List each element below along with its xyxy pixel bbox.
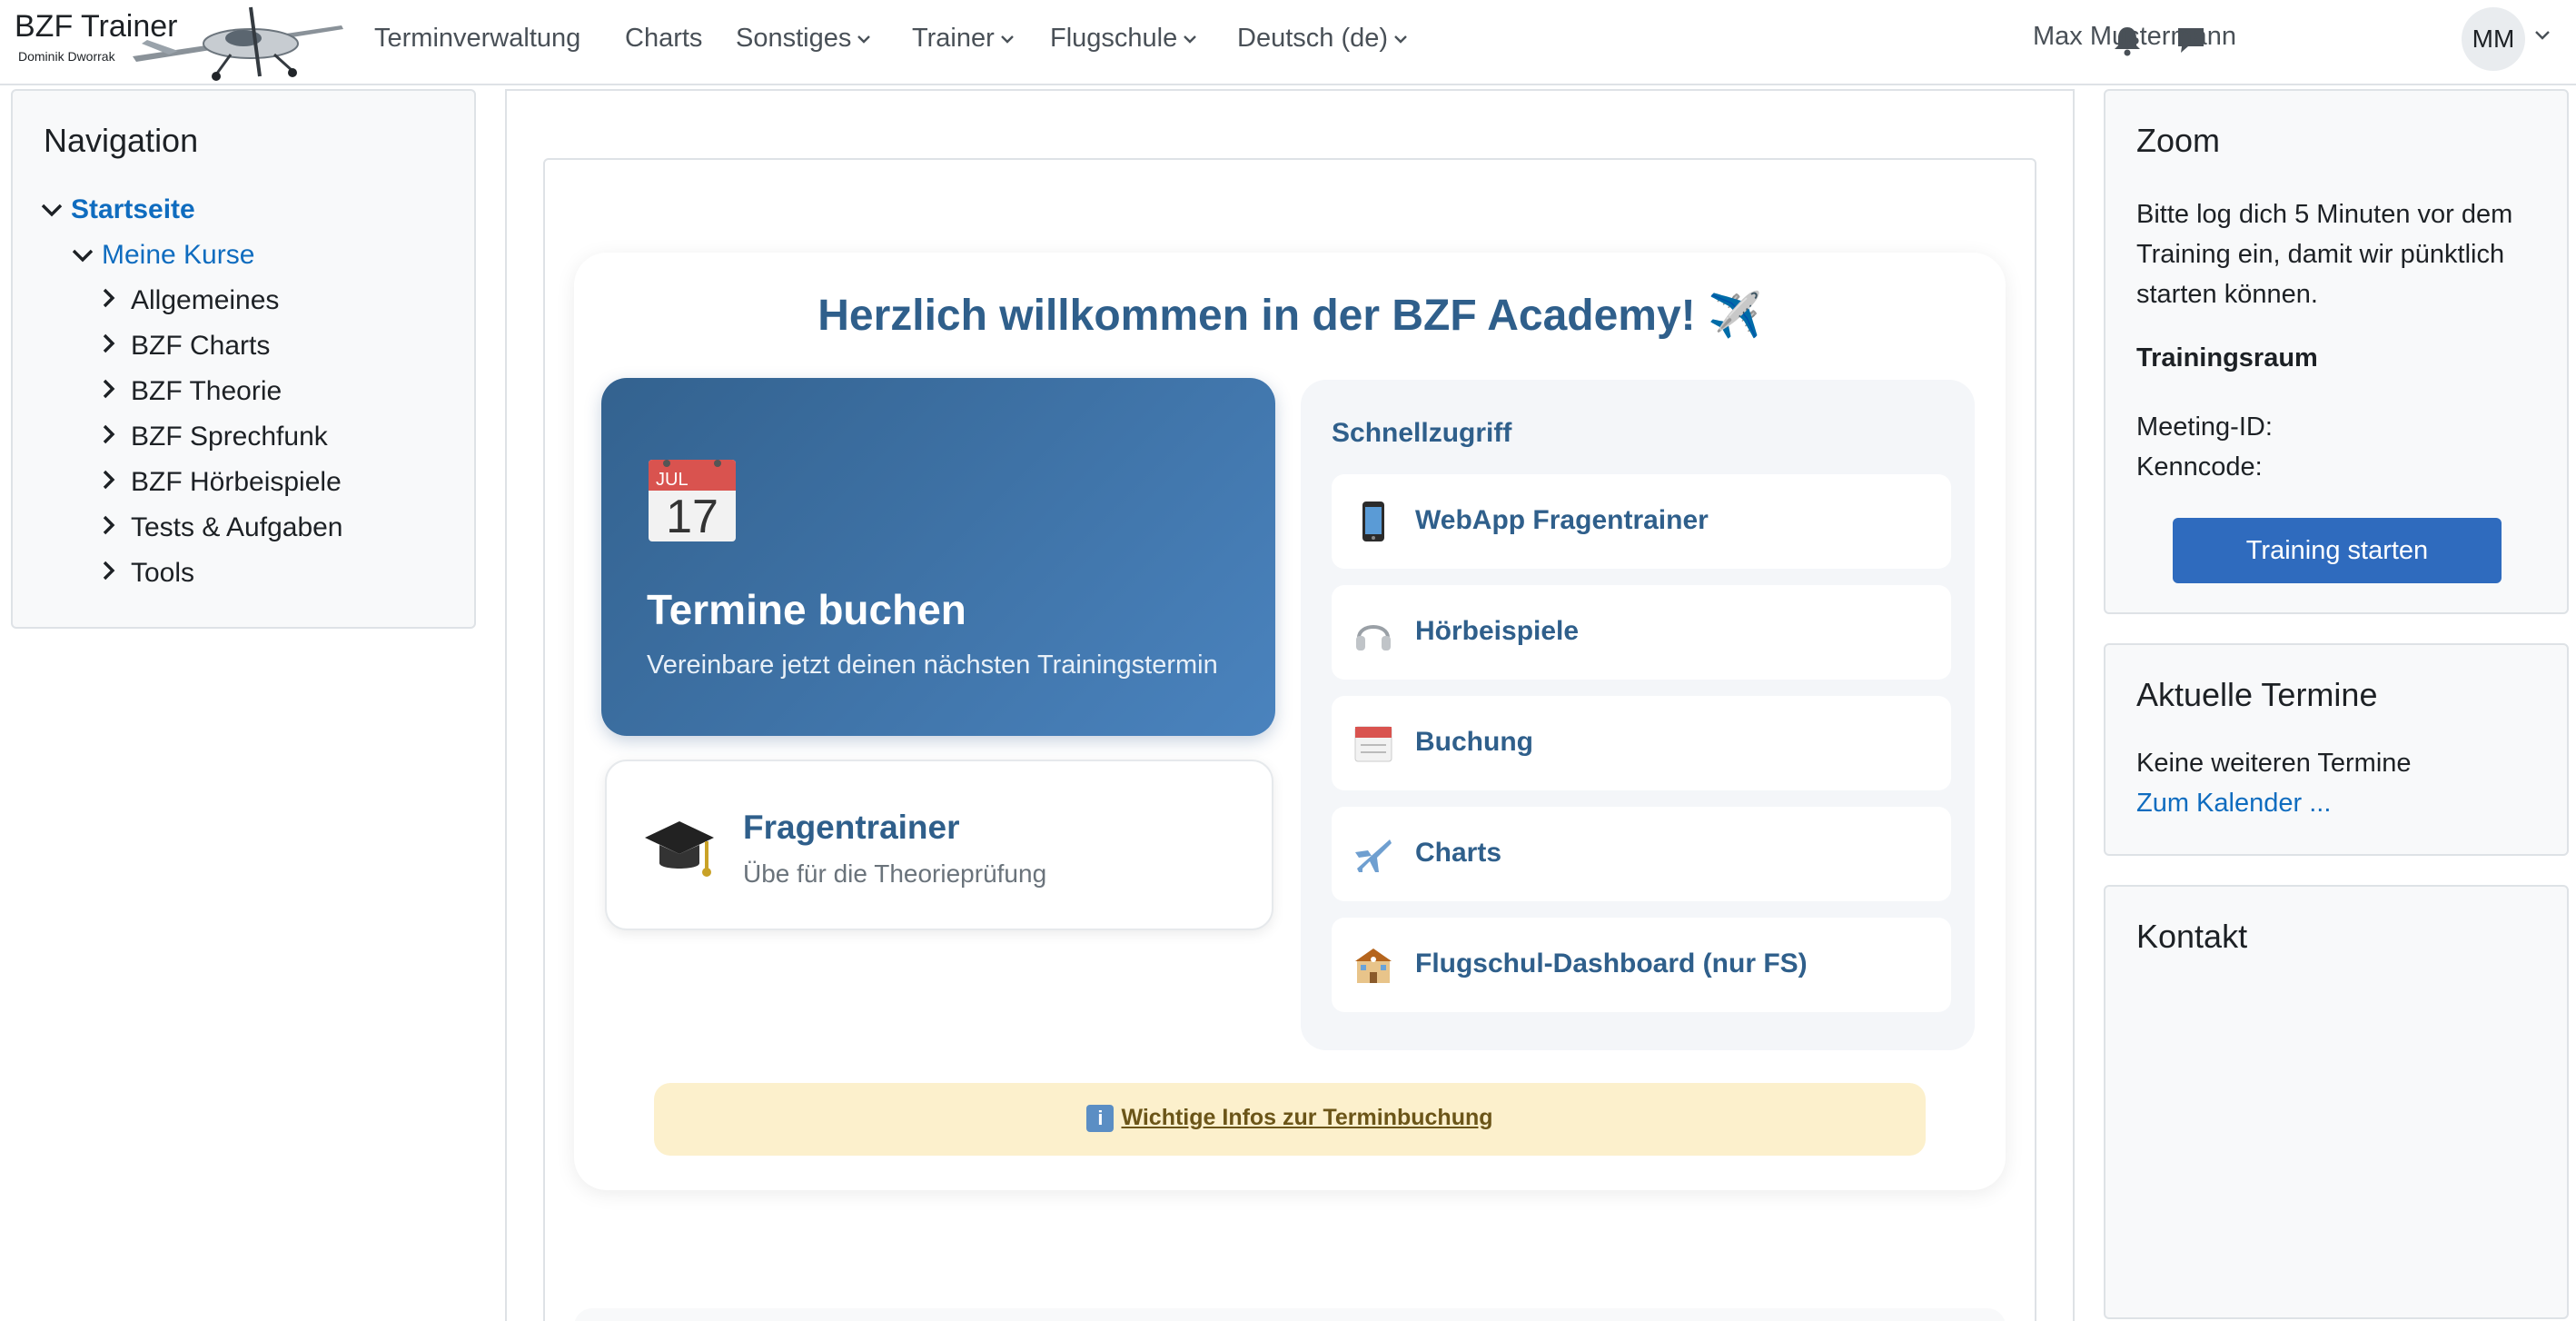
nav-language[interactable]: Deutsch ‎(de)‎ xyxy=(1237,24,1408,54)
school-building-icon xyxy=(1355,949,1392,983)
academy-panel: Herzlich willkommen in der BZF Academy! … xyxy=(574,253,2006,1190)
quick-item-label: Flugschul-Dashboard (nur FS) xyxy=(1415,949,1808,978)
question-trainer-title: Fragentrainer xyxy=(743,809,960,846)
tree-label-startseite[interactable]: Startseite xyxy=(71,194,195,224)
calendar-icon: JUL 17 xyxy=(649,460,736,543)
chevron-down-icon xyxy=(1000,24,1015,54)
next-section-edge xyxy=(574,1308,2006,1321)
nav-sonstiges[interactable]: Sonstiges xyxy=(736,24,871,54)
avatar[interactable]: MM xyxy=(2462,7,2525,71)
chevron-right-icon xyxy=(100,376,131,407)
chevron-down-icon xyxy=(71,240,102,271)
top-navbar: BZF Trainer Dominik Dworrak Terminverwal… xyxy=(0,0,2576,85)
quick-item-label: Charts xyxy=(1415,838,1502,868)
calendar-month: JUL xyxy=(656,470,689,490)
events-block: Aktuelle Termine Keine weiteren Termine … xyxy=(2104,643,2569,856)
question-trainer-subtitle: Übe für die Theorieprüfung xyxy=(743,859,1047,888)
mobile-phone-icon xyxy=(1362,502,1384,541)
quick-item-charts[interactable]: Charts xyxy=(1332,807,1951,901)
tree-item-course[interactable]: BZF Theorie xyxy=(100,376,282,407)
quick-item-flugschul-dashboard[interactable]: Flugschul-Dashboard (nur FS) xyxy=(1332,918,1951,1012)
tree-label[interactable]: BZF Hörbeispiele xyxy=(131,467,342,497)
calendar-icon xyxy=(1354,726,1392,762)
info-icon: i xyxy=(1086,1105,1115,1133)
quick-item-label: Buchung xyxy=(1415,727,1533,757)
chevron-down-icon xyxy=(1393,24,1408,54)
tree-label[interactable]: BZF Charts xyxy=(131,331,270,361)
tree-item-course[interactable]: BZF Sprechfunk xyxy=(100,422,328,452)
brand-logo[interactable]: BZF Trainer Dominik Dworrak xyxy=(15,4,351,82)
navigation-title: Navigation xyxy=(44,122,199,159)
tree-label[interactable]: BZF Sprechfunk xyxy=(131,422,328,452)
tree-item-meine-kurse[interactable]: Meine Kurse xyxy=(71,240,254,271)
tree-item-course[interactable]: BZF Charts xyxy=(100,331,270,362)
quick-item-label: Hörbeispiele xyxy=(1415,616,1580,646)
booking-info-link[interactable]: Wichtige Infos zur Terminbuchung xyxy=(1121,1105,1492,1130)
zoom-instructions: Bitte log dich 5 Minuten vor dem Trainin… xyxy=(2136,200,2513,309)
tree-label-meine-kurse[interactable]: Meine Kurse xyxy=(102,240,254,270)
chevron-down-icon xyxy=(1183,24,1197,54)
page: BZF Trainer Dominik Dworrak Terminverwal… xyxy=(0,0,2576,1321)
nav-trainer[interactable]: Trainer xyxy=(912,24,1015,54)
welcome-heading: Herzlich willkommen in der BZF Academy! … xyxy=(817,292,1762,340)
chevron-down-icon xyxy=(857,24,871,54)
graduation-cap-icon xyxy=(645,821,714,877)
tree-label[interactable]: Allgemeines xyxy=(131,285,279,315)
tree-item-course[interactable]: Tests & Aufgaben xyxy=(100,512,343,543)
book-card-title: Termine buchen xyxy=(647,586,966,633)
chevron-right-icon xyxy=(100,285,131,316)
book-appointment-card[interactable]: JUL 17 Termine buchen Vereinbare jetzt d… xyxy=(601,378,1275,736)
nav-charts[interactable]: Charts xyxy=(625,24,702,54)
quick-item-webapp[interactable]: WebApp Fragentrainer xyxy=(1332,474,1951,569)
calendar-link[interactable]: Zum Kalender ... xyxy=(2136,789,2331,819)
quick-access-panel: Schnellzugriff WebApp Fragentrainer Hörb… xyxy=(1301,380,1975,1050)
start-training-button[interactable]: Training starten xyxy=(2173,518,2502,583)
tree-item-course[interactable]: Allgemeines xyxy=(100,285,279,316)
no-events-text: Keine weiteren Termine xyxy=(2136,749,2412,778)
quick-access-title: Schnellzugriff xyxy=(1332,418,1512,448)
training-room-label: Trainingsraum xyxy=(2136,343,2318,372)
chevron-down-icon[interactable] xyxy=(2534,29,2551,45)
navigation-block: Navigation Startseite Meine Kurse Allgem… xyxy=(11,89,476,629)
question-trainer-card[interactable]: Fragentrainer Übe für die Theorieprüfung xyxy=(605,760,1273,930)
quick-item-hoerbeispiele[interactable]: Hörbeispiele xyxy=(1332,585,1951,680)
passcode-label: Kenncode: xyxy=(2136,452,2263,482)
tree-item-course[interactable]: BZF Hörbeispiele xyxy=(100,467,342,498)
tree-label[interactable]: Tests & Aufgaben xyxy=(131,512,343,542)
chevron-down-icon xyxy=(40,194,71,225)
contact-title: Kontakt xyxy=(2136,918,2248,955)
quick-item-buchung[interactable]: Buchung xyxy=(1332,696,1951,790)
info-banner: i Wichtige Infos zur Terminbuchung xyxy=(654,1083,1926,1156)
calendar-day: 17 xyxy=(666,491,718,543)
headphones-icon xyxy=(1356,625,1391,651)
chevron-right-icon xyxy=(100,558,131,589)
chevron-right-icon xyxy=(100,467,131,498)
chevron-right-icon xyxy=(100,331,131,362)
events-title: Aktuelle Termine xyxy=(2136,676,2378,713)
tree-item-startseite[interactable]: Startseite xyxy=(40,194,195,225)
quick-item-label: WebApp Fragentrainer xyxy=(1415,505,1709,535)
tree-label[interactable]: BZF Theorie xyxy=(131,376,282,406)
chevron-right-icon xyxy=(100,422,131,452)
tree-label[interactable]: Tools xyxy=(131,558,194,588)
tree-item-course[interactable]: Tools xyxy=(100,558,194,589)
book-card-subtitle: Vereinbare jetzt deinen nächsten Trainin… xyxy=(647,651,1218,680)
user-name[interactable]: Max Mustermann xyxy=(2033,22,2236,52)
airplane-logo-icon xyxy=(133,6,343,81)
nav-terminverwaltung[interactable]: Terminverwaltung xyxy=(374,24,580,54)
brand-subtitle: Dominik Dworrak xyxy=(18,49,115,64)
zoom-title: Zoom xyxy=(2136,122,2221,159)
meeting-id-label: Meeting-ID: xyxy=(2136,412,2273,442)
airplane-icon xyxy=(1355,839,1392,872)
contact-block: Kontakt xyxy=(2104,885,2569,1319)
chevron-right-icon xyxy=(100,512,131,543)
nav-flugschule[interactable]: Flugschule xyxy=(1050,24,1197,54)
zoom-block: Zoom Bitte log dich 5 Minuten vor dem Tr… xyxy=(2104,89,2569,614)
